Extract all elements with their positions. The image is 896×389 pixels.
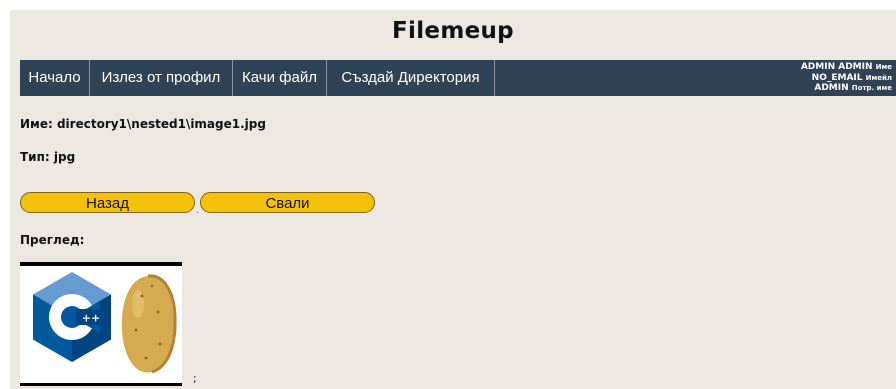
file-name-info: Име: directory1\nested1\image1.jpg (20, 117, 266, 131)
user-email-label: Имейл (865, 73, 892, 82)
potato-icon (121, 274, 177, 374)
user-name-value: ADMIN ADMIN (800, 62, 873, 72)
user-email-value: NO_EMAIL (811, 72, 863, 83)
nav-home-link[interactable]: Начало (20, 60, 90, 96)
user-name-label: Име (875, 63, 892, 71)
nav-create-directory-link[interactable]: Създай Директория (327, 60, 495, 96)
navbar: Начало Излез от профил Качи файл Създай … (20, 60, 896, 96)
preview-trailing-mark: ; (193, 372, 197, 385)
download-button[interactable]: Свали (200, 192, 375, 213)
user-username-row: ADMIN Потр. име (801, 83, 892, 94)
svg-text:++: ++ (82, 312, 100, 325)
file-preview-image: ++ (20, 262, 182, 386)
page-container: Filemeup Начало Излез от профил Качи фай… (10, 10, 896, 389)
user-username-label: Потр. име (851, 84, 892, 92)
preview-svg: ++ (33, 272, 177, 374)
back-button[interactable]: Назад (20, 192, 195, 213)
button-separator: . (196, 206, 199, 215)
user-email-row: NO_EMAIL Имейл (801, 73, 892, 84)
user-name-row: ADMIN ADMIN Име (801, 62, 892, 73)
preview-label: Преглед: (20, 233, 85, 247)
nav-logout-link[interactable]: Излез от профил (90, 60, 233, 96)
file-type-info: Тип: jpg (20, 150, 76, 164)
user-username-value: ADMIN (814, 83, 849, 93)
user-info: ADMIN ADMIN Име NO_EMAIL Имейл ADMIN Пот… (801, 62, 892, 94)
site-title: Filemeup (392, 18, 514, 44)
nav-upload-link[interactable]: Качи файл (233, 60, 327, 96)
cpp-logo-icon: ++ (33, 272, 111, 362)
